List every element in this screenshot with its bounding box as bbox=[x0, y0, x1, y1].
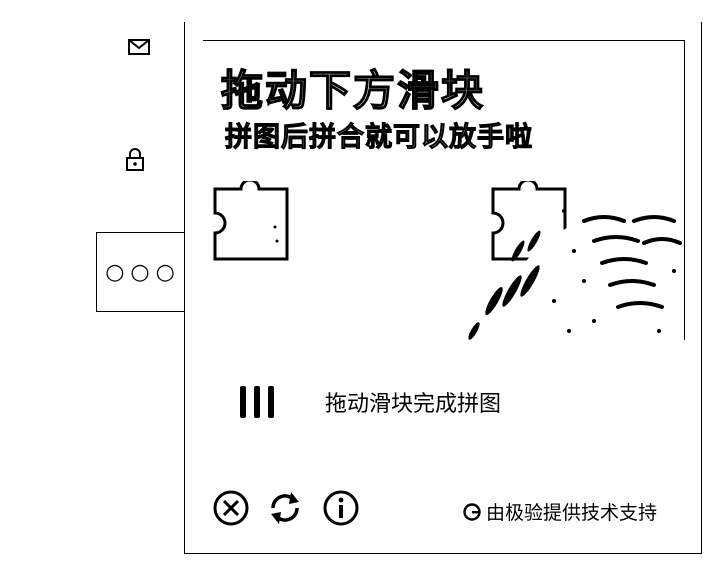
info-button[interactable] bbox=[321, 488, 361, 528]
more-options-button[interactable]: ○○○ bbox=[96, 232, 190, 312]
puzzle-subtitle: 拼图后拼合就可以放手啦 bbox=[225, 122, 533, 154]
puzzle-piece[interactable] bbox=[211, 181, 293, 263]
info-circle-icon bbox=[323, 490, 359, 526]
close-button[interactable] bbox=[211, 488, 251, 528]
slider-grip-bar bbox=[268, 386, 274, 418]
captcha-footer: 由极验提供技术支持 bbox=[203, 486, 685, 530]
background-texture bbox=[434, 181, 684, 340]
page: ○○○ 拖动下方滑块 拼图后拼合就可以放手啦 拖动滑块完成拼图 由极验提供技术支… bbox=[0, 0, 710, 580]
refresh-icon bbox=[271, 492, 299, 524]
mail-icon[interactable] bbox=[126, 34, 152, 60]
slider-track[interactable]: 拖动滑块完成拼图 bbox=[203, 372, 685, 432]
more-dots: ○○○ bbox=[105, 259, 181, 285]
close-circle-icon bbox=[213, 490, 249, 526]
puzzle-title: 拖动下方滑块 bbox=[220, 65, 486, 116]
credit-text: 由极验提供技术支持 bbox=[485, 502, 657, 524]
slider-grip-bar bbox=[254, 386, 260, 418]
captcha-panel: 拖动下方滑块 拼图后拼合就可以放手啦 拖动滑块完成拼图 由极验提供技术支持 bbox=[184, 22, 702, 554]
geetest-logo-icon bbox=[462, 502, 482, 522]
refresh-button[interactable] bbox=[265, 488, 305, 528]
provider-credit[interactable]: 由极验提供技术支持 bbox=[462, 498, 657, 525]
slider-handle[interactable] bbox=[227, 380, 287, 424]
lock-icon[interactable] bbox=[122, 146, 148, 172]
slider-grip-bar bbox=[240, 386, 246, 418]
puzzle-image: 拖动下方滑块 拼图后拼合就可以放手啦 bbox=[203, 40, 685, 340]
slider-hint: 拖动滑块完成拼图 bbox=[325, 392, 502, 417]
